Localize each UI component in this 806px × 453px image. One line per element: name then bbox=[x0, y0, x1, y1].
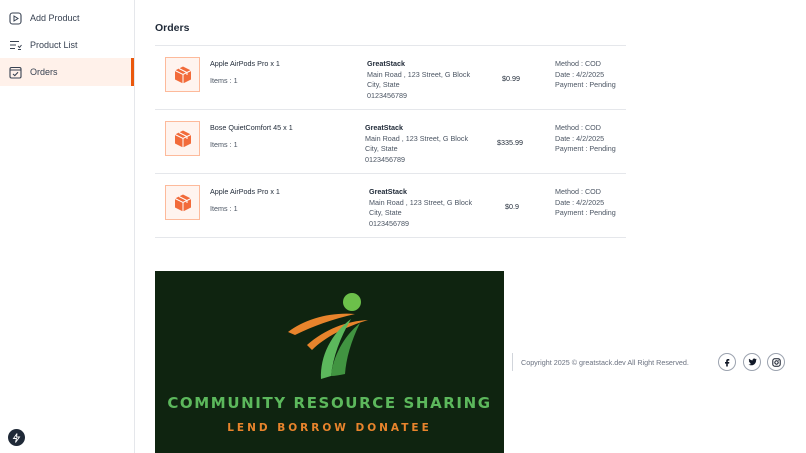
order-meta: Method : COD Date : 4/2/2025 Payment : P… bbox=[555, 59, 616, 91]
customer-name: GreatStack bbox=[367, 59, 405, 68]
payment-status: Payment : Pending bbox=[555, 80, 616, 89]
sidebar-item-product-list[interactable]: Product List bbox=[0, 31, 134, 59]
sidebar-item-orders[interactable]: Orders bbox=[0, 58, 134, 86]
item-count: Items : 1 bbox=[210, 140, 238, 149]
payment-status: Payment : Pending bbox=[555, 208, 616, 217]
banner-headline: COMMUNITY RESOURCE SHARING bbox=[167, 394, 492, 412]
package-icon bbox=[165, 185, 200, 220]
order-date: Date : 4/2/2025 bbox=[555, 197, 605, 207]
instagram-icon[interactable] bbox=[767, 353, 785, 371]
order-amount: $0.99 bbox=[502, 74, 520, 83]
payment-method: Method : COD bbox=[555, 59, 601, 68]
phone-number: 0123456789 bbox=[367, 90, 407, 100]
twitter-icon[interactable] bbox=[743, 353, 761, 371]
payment-method: Method : COD bbox=[555, 123, 601, 132]
payment-method: Method : COD bbox=[555, 187, 601, 196]
order-meta: Method : COD Date : 4/2/2025 Payment : P… bbox=[555, 187, 616, 219]
order-row: Apple AirPods Pro x 1 Items : 1 GreatSta… bbox=[155, 46, 626, 110]
order-date: Date : 4/2/2025 bbox=[555, 133, 605, 143]
order-amount: $335.99 bbox=[497, 138, 523, 147]
package-icon bbox=[165, 57, 200, 92]
bolt-icon[interactable] bbox=[8, 429, 25, 446]
phone-number: 0123456789 bbox=[369, 218, 409, 228]
facebook-icon[interactable] bbox=[718, 353, 736, 371]
address-line: Main Road , 123 Street, G Block bbox=[367, 69, 471, 79]
footer-divider bbox=[512, 353, 513, 371]
product-name: Bose QuietComfort 45 x 1 bbox=[210, 123, 293, 132]
order-date: Date : 4/2/2025 bbox=[555, 69, 605, 79]
package-icon bbox=[165, 121, 200, 156]
address-city: City, State bbox=[367, 80, 400, 89]
sidebar: Add Product Product List Orders bbox=[0, 0, 135, 453]
add-box-icon bbox=[9, 11, 22, 25]
banner-tagline: LEND BORROW DONATEE bbox=[227, 422, 432, 434]
product-name: Apple AirPods Pro x 1 bbox=[210, 187, 280, 196]
copyright-text: Copyright 2025 © greatstack.dev All Righ… bbox=[521, 358, 689, 367]
sidebar-item-label: Add Product bbox=[30, 13, 80, 23]
shipping-address: GreatStack Main Road , 123 Street, G Blo… bbox=[365, 123, 468, 165]
customer-name: GreatStack bbox=[365, 123, 403, 132]
order-row: Bose QuietComfort 45 x 1 Items : 1 Great… bbox=[155, 110, 626, 174]
item-count: Items : 1 bbox=[210, 76, 238, 85]
address-city: City, State bbox=[365, 144, 398, 153]
community-banner: COMMUNITY RESOURCE SHARING LEND BORROW D… bbox=[155, 271, 504, 453]
sidebar-item-add-product[interactable]: Add Product bbox=[0, 4, 134, 32]
phone-number: 0123456789 bbox=[365, 154, 405, 164]
sidebar-item-label: Product List bbox=[30, 40, 78, 50]
payment-status: Payment : Pending bbox=[555, 144, 616, 153]
shipping-address: GreatStack Main Road , 123 Street, G Blo… bbox=[367, 59, 470, 101]
list-icon bbox=[9, 39, 22, 52]
customer-name: GreatStack bbox=[369, 187, 407, 196]
item-count: Items : 1 bbox=[210, 204, 238, 213]
order-meta: Method : COD Date : 4/2/2025 Payment : P… bbox=[555, 123, 616, 155]
address-line: Main Road , 123 Street, G Block bbox=[365, 133, 469, 143]
order-row: Apple AirPods Pro x 1 Items : 1 GreatSta… bbox=[155, 174, 626, 238]
sidebar-item-label: Orders bbox=[30, 67, 58, 77]
checklist-icon bbox=[9, 66, 22, 79]
address-line: Main Road , 123 Street, G Block bbox=[369, 197, 473, 207]
order-amount: $0.9 bbox=[505, 202, 519, 211]
page-title: Orders bbox=[155, 22, 190, 34]
orders-list: Apple AirPods Pro x 1 Items : 1 GreatSta… bbox=[155, 45, 626, 238]
shipping-address: GreatStack Main Road , 123 Street, G Blo… bbox=[369, 187, 472, 229]
product-name: Apple AirPods Pro x 1 bbox=[210, 59, 280, 68]
address-city: City, State bbox=[369, 208, 402, 217]
